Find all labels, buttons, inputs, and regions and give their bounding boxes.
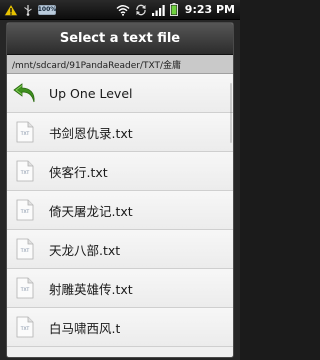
txt-file-icon: TXT	[7, 113, 43, 152]
wifi-icon	[116, 4, 130, 16]
txt-icon-label: TXT	[20, 326, 30, 332]
file-name: 侠客行.txt	[49, 164, 108, 180]
txt-file-icon: TXT	[7, 191, 43, 230]
warning-icon	[4, 3, 18, 16]
file-item[interactable]: TXT 射雕英雄传.txt	[7, 269, 233, 308]
file-name: 倚天屠龙记.txt	[49, 203, 133, 219]
file-name: 白马啸西风.t	[49, 320, 121, 336]
file-picker-dialog: Select a text file /mnt/sdcard/91PandaRe…	[6, 22, 234, 358]
file-item[interactable]: TXT 侠客行.txt	[7, 152, 233, 191]
file-item[interactable]: TXT 倚天屠龙记.txt	[7, 191, 233, 230]
file-name: 射雕英雄传.txt	[49, 281, 133, 297]
txt-file-icon: TXT	[7, 308, 43, 347]
dialog-title: Select a text file	[7, 23, 233, 55]
signal-icon	[151, 4, 165, 16]
txt-file-icon: TXT	[7, 230, 43, 269]
txt-icon-label: TXT	[20, 287, 30, 293]
battery-small-icon: 100%	[37, 4, 57, 15]
status-right-icons: 9:23 PM	[116, 3, 240, 16]
file-name: 天龙八部.txt	[49, 242, 121, 258]
txt-icon-label: TXT	[20, 131, 30, 137]
up-one-level-item[interactable]: Up One Level	[7, 74, 233, 113]
txt-file-icon: TXT	[7, 269, 43, 308]
file-item[interactable]: TXT 书剑恩仇录.txt	[7, 113, 233, 152]
file-item[interactable]: TXT 天龙八部.txt	[7, 230, 233, 269]
up-one-level-label: Up One Level	[49, 85, 133, 101]
up-arrow-icon	[7, 74, 43, 113]
current-path: /mnt/sdcard/91PandaReader/TXT/金庸	[7, 55, 233, 74]
file-list: Up One Level TXT 书剑恩仇录.txt TXT 侠客行.txt T…	[7, 74, 233, 347]
scrollbar[interactable]	[230, 83, 232, 143]
file-item[interactable]: TXT 白马啸西风.t	[7, 308, 233, 347]
battery-small-label: 100%	[37, 6, 57, 13]
txt-icon-label: TXT	[20, 209, 30, 215]
sync-icon	[136, 4, 146, 15]
txt-icon-label: TXT	[20, 170, 30, 176]
usb-icon	[24, 4, 32, 16]
txt-file-icon: TXT	[7, 152, 43, 191]
txt-icon-label: TXT	[20, 248, 30, 254]
file-name: 书剑恩仇录.txt	[49, 125, 133, 141]
status-time: 9:23 PM	[184, 3, 235, 16]
status-bar: 100% 9:23 PM	[0, 0, 240, 20]
battery-icon	[169, 3, 178, 16]
status-left-icons: 100%	[0, 3, 57, 16]
